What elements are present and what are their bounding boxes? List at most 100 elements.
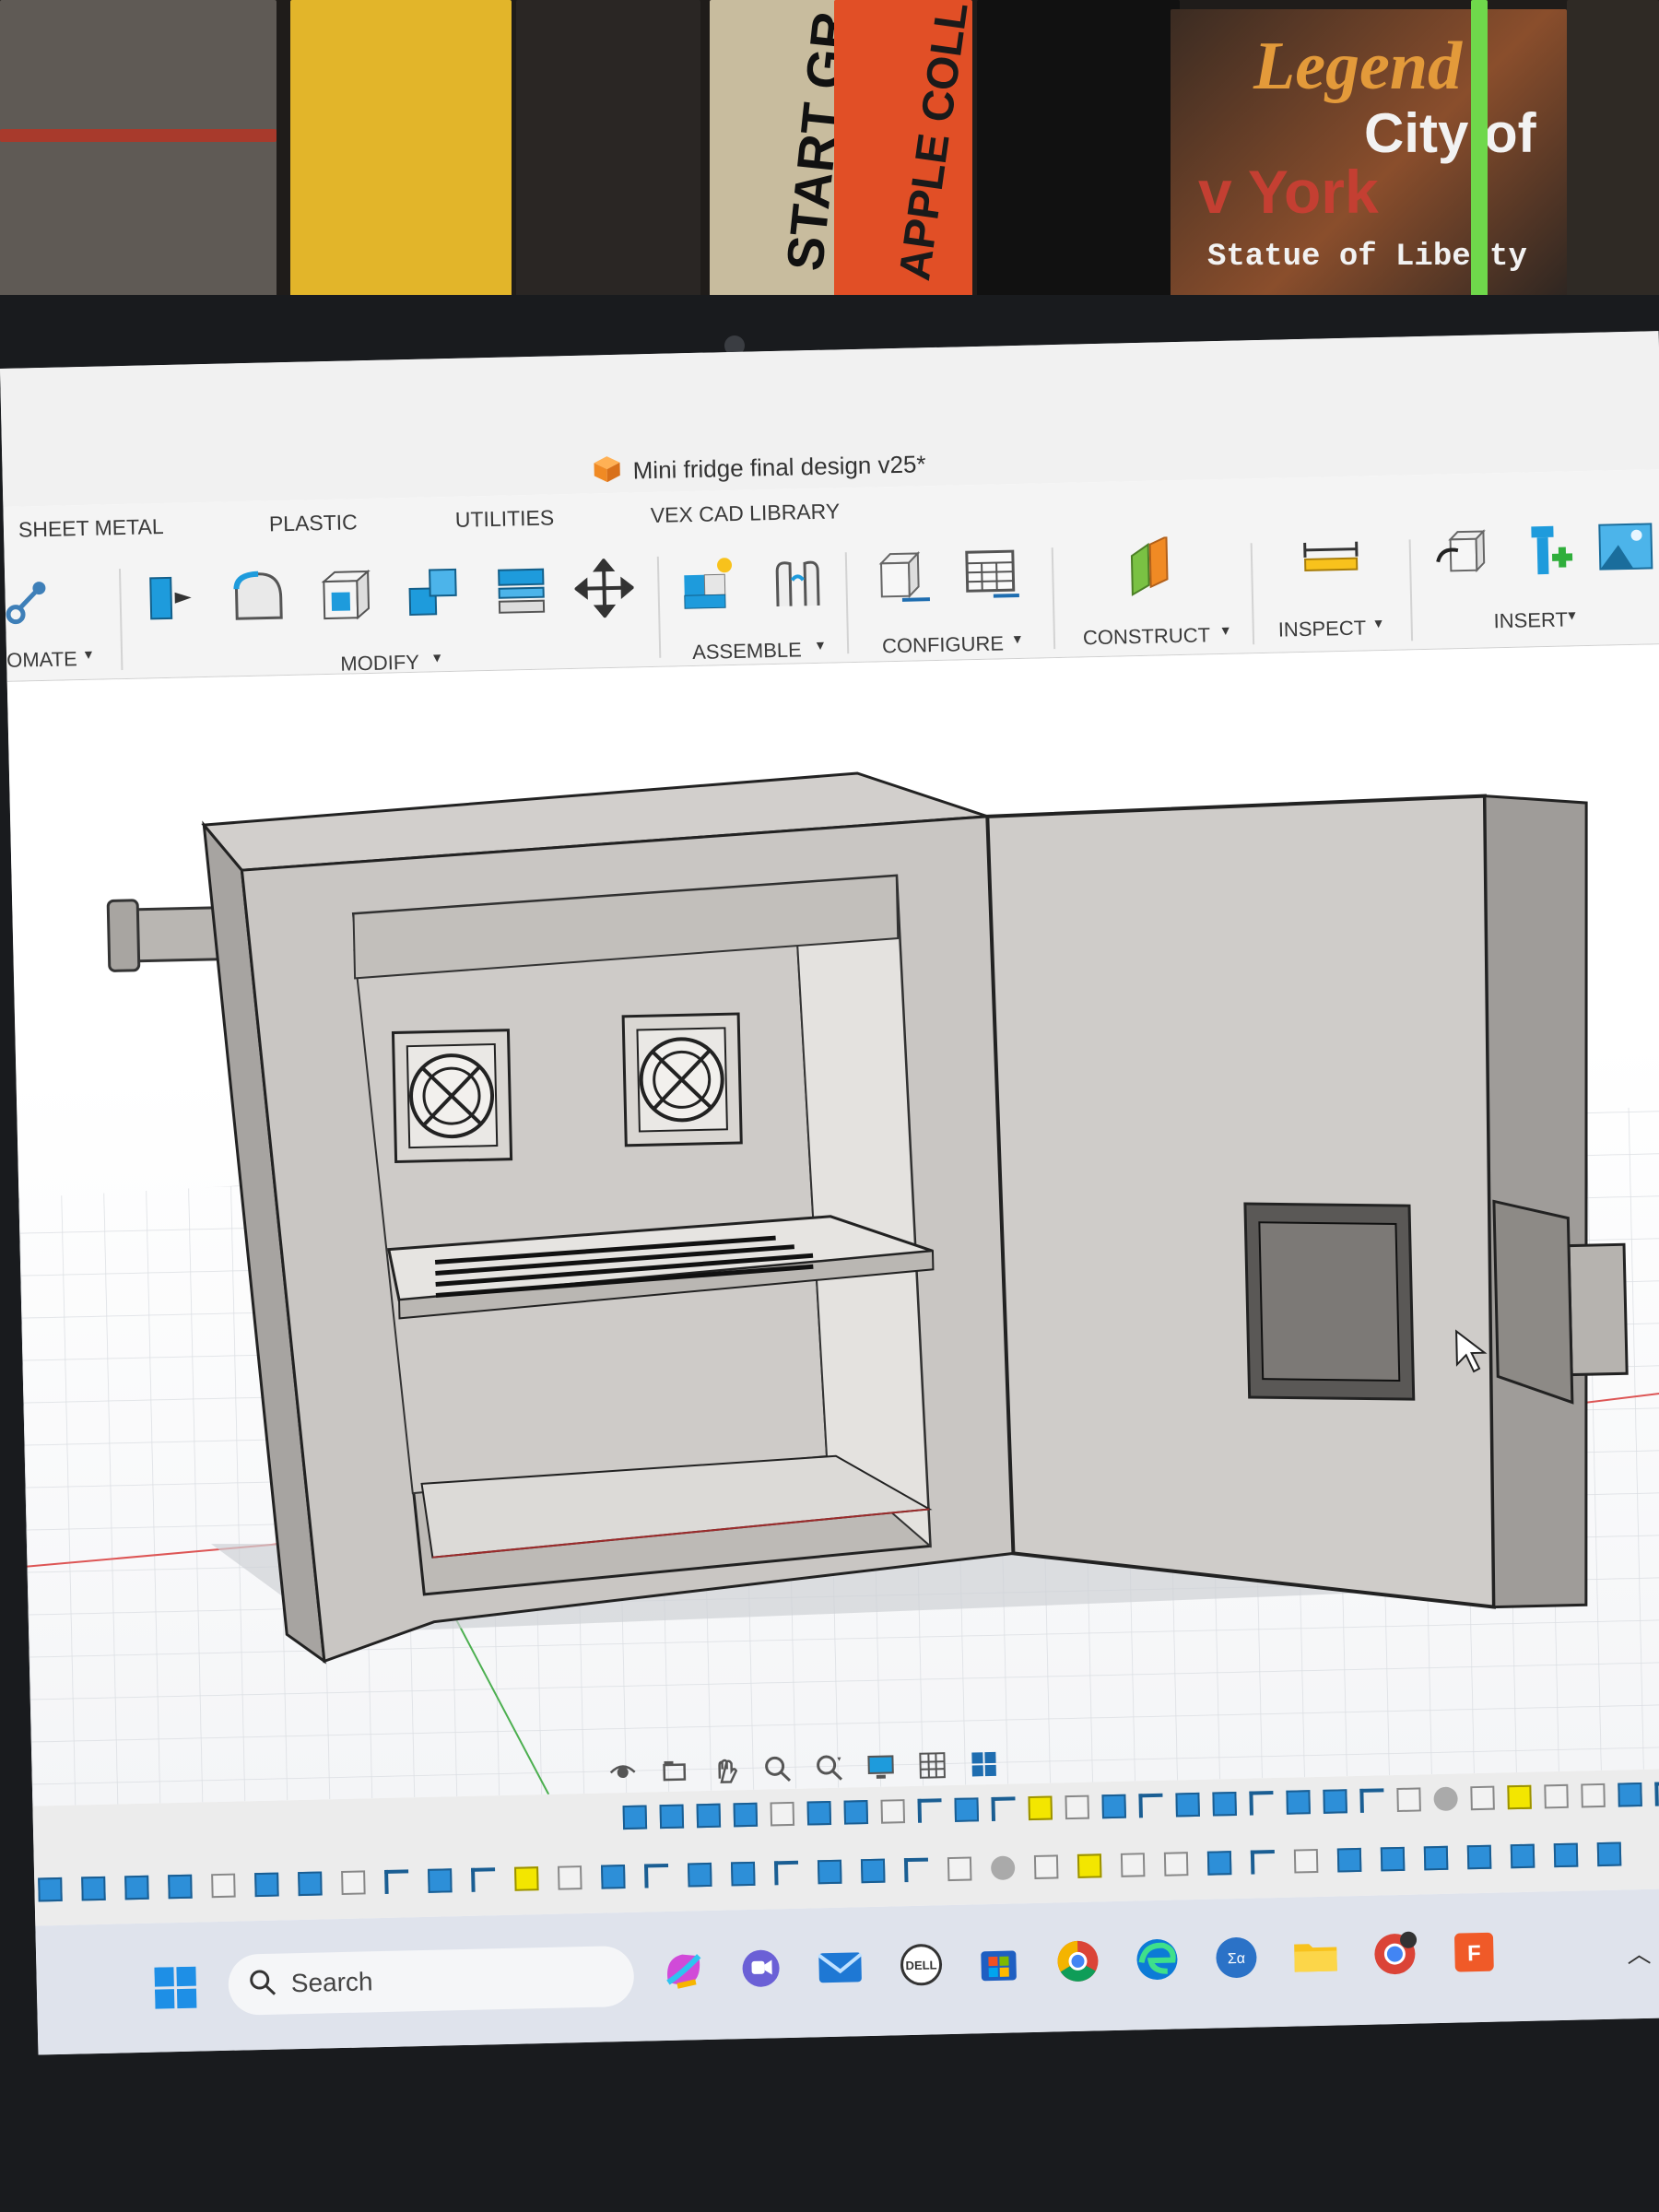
timeline-feature[interactable]: [124, 1875, 149, 1900]
joint-icon[interactable]: [765, 549, 831, 616]
timeline-feature[interactable]: [1120, 1853, 1146, 1877]
measure-icon[interactable]: [1298, 528, 1364, 594]
timeline-feature[interactable]: [1654, 1782, 1659, 1806]
timeline-feature[interactable]: [773, 1860, 799, 1886]
automate-menu-arrow[interactable]: ▼: [82, 647, 95, 662]
timeline-feature[interactable]: [1249, 1791, 1274, 1816]
chrome-profile-icon[interactable]: [1367, 1925, 1423, 1982]
timeline-feature[interactable]: [843, 1800, 869, 1825]
combine-icon[interactable]: [401, 559, 467, 626]
timeline-feature[interactable]: [991, 1796, 1017, 1821]
timeline-feature[interactable]: [1028, 1795, 1053, 1821]
tab-plastic[interactable]: PLASTIC: [269, 510, 358, 536]
shell-icon[interactable]: [313, 561, 380, 628]
timeline-feature[interactable]: [1077, 1853, 1102, 1878]
timeline-feature[interactable]: [601, 1865, 626, 1889]
timeline-feature[interactable]: [298, 1871, 323, 1897]
timeline-feature[interactable]: [471, 1867, 496, 1892]
timeline-feature[interactable]: [1163, 1852, 1189, 1877]
timeline-feature[interactable]: [990, 1855, 1016, 1881]
new-component-icon[interactable]: [676, 551, 742, 618]
automate-menu[interactable]: OMATE: [6, 647, 77, 673]
timeline-feature[interactable]: [1470, 1785, 1495, 1811]
timeline-feature[interactable]: [428, 1868, 453, 1893]
construct-plane-icon[interactable]: [1119, 534, 1185, 600]
timeline-feature[interactable]: [1293, 1848, 1319, 1874]
insert-menu[interactable]: INSERT: [1493, 607, 1568, 633]
timeline-feature[interactable]: [558, 1865, 582, 1890]
timeline-feature[interactable]: [806, 1800, 832, 1826]
timeline-feature[interactable]: [1618, 1782, 1642, 1807]
timeline-feature[interactable]: [622, 1805, 648, 1830]
teams-chat-icon[interactable]: [733, 1940, 789, 1996]
edge-icon[interactable]: [1129, 1931, 1185, 1987]
timeline-feature[interactable]: [341, 1870, 366, 1896]
configure-menu[interactable]: CONFIGURE: [882, 631, 1005, 658]
chevron-up-icon[interactable]: ︿: [1627, 1936, 1652, 1971]
timeline-feature[interactable]: [659, 1804, 685, 1830]
timeline-feature[interactable]: [81, 1876, 106, 1901]
fan-right[interactable]: [621, 1012, 743, 1147]
look-at-icon[interactable]: [654, 1754, 694, 1788]
timeline-feature[interactable]: [1138, 1793, 1163, 1818]
construct-menu[interactable]: CONSTRUCT: [1083, 623, 1211, 650]
viewport-canvas[interactable]: [6, 644, 1659, 1806]
timeline-feature[interactable]: [1250, 1850, 1276, 1875]
insert-canvas-icon[interactable]: [1593, 513, 1659, 580]
windows-logo-icon[interactable]: [154, 1966, 197, 2010]
fan-left[interactable]: [391, 1029, 513, 1164]
timeline-feature[interactable]: [1101, 1794, 1126, 1819]
timeline-feature[interactable]: [1359, 1788, 1384, 1813]
timeline-feature[interactable]: [514, 1866, 539, 1891]
assemble-menu-arrow[interactable]: ▼: [814, 638, 827, 653]
timeline-feature[interactable]: [1596, 1841, 1622, 1867]
insert-mcmaster-icon[interactable]: [1513, 517, 1580, 583]
dell-icon[interactable]: DELL: [893, 1936, 949, 1993]
configure-menu-arrow[interactable]: ▼: [1011, 631, 1024, 646]
timeline-feature[interactable]: [1553, 1842, 1579, 1868]
taskbar-search-box[interactable]: Search: [228, 1945, 635, 2016]
timeline-feature[interactable]: [1507, 1784, 1532, 1810]
orbit-icon[interactable]: [603, 1756, 642, 1790]
timeline-feature[interactable]: [1466, 1844, 1492, 1870]
timeline-feature[interactable]: [1286, 1790, 1311, 1815]
timeline-feature[interactable]: [1175, 1792, 1200, 1818]
replace-face-icon[interactable]: [488, 557, 555, 623]
automate-icon[interactable]: [0, 569, 62, 635]
timeline-feature[interactable]: [696, 1803, 722, 1829]
timeline-feature[interactable]: [38, 1877, 63, 1902]
timeline-feature[interactable]: [733, 1802, 759, 1828]
timeline-feature[interactable]: [817, 1859, 842, 1885]
configure-part-icon[interactable]: [871, 545, 937, 611]
microsoft-store-icon[interactable]: [971, 1935, 1027, 1991]
zoom-icon[interactable]: [758, 1752, 797, 1786]
timeline-feature[interactable]: [643, 1863, 669, 1888]
timeline-feature[interactable]: [1212, 1791, 1237, 1817]
chrome-icon[interactable]: [1050, 1933, 1106, 1989]
inspect-menu[interactable]: INSPECT: [1277, 616, 1366, 641]
timeline-feature[interactable]: [1433, 1786, 1458, 1812]
timeline-feature[interactable]: [730, 1861, 756, 1887]
move-copy-icon[interactable]: [571, 555, 638, 621]
timeline-feature[interactable]: [384, 1869, 409, 1894]
timeline-feature[interactable]: [1206, 1851, 1232, 1876]
display-settings-icon[interactable]: [861, 1749, 900, 1783]
construct-menu-arrow[interactable]: ▼: [1219, 623, 1232, 638]
timeline-feature[interactable]: [1581, 1783, 1606, 1808]
fillet-icon[interactable]: [226, 563, 292, 629]
math-app-icon[interactable]: Σα: [1208, 1929, 1265, 1985]
timeline-feature[interactable]: [1396, 1787, 1421, 1813]
timeline-feature[interactable]: [860, 1858, 886, 1884]
timeline-feature[interactable]: [1033, 1854, 1059, 1879]
tab-vex-cad-library[interactable]: VEX CAD LIBRARY: [650, 499, 840, 528]
timeline-feature[interactable]: [1323, 1789, 1347, 1814]
file-explorer-icon[interactable]: [1288, 1927, 1344, 1983]
configuration-table-icon[interactable]: [959, 541, 1025, 607]
fit-icon[interactable]: [809, 1751, 849, 1785]
timeline-feature[interactable]: [770, 1801, 795, 1827]
timeline-feature[interactable]: [687, 1862, 712, 1888]
grid-settings-icon[interactable]: [912, 1748, 952, 1783]
timeline-feature[interactable]: [1544, 1783, 1569, 1809]
timeline-feature[interactable]: [903, 1857, 929, 1883]
timeline-feature[interactable]: [917, 1798, 943, 1823]
